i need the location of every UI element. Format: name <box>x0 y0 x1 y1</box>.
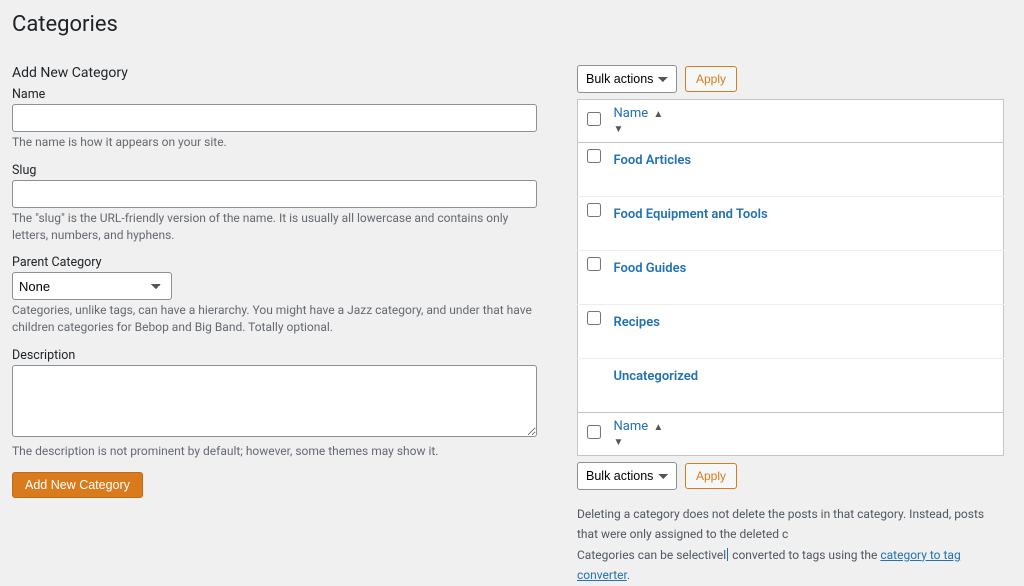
form-heading: Add New Category <box>12 65 537 81</box>
description-label: Description <box>12 348 537 363</box>
table-row: Food Guides <box>578 251 1004 305</box>
description-textarea[interactable] <box>12 365 537 437</box>
bulk-actions-select-top[interactable]: Bulk actions <box>577 65 677 93</box>
name-hint: The name is how it appears on your site. <box>12 134 537 151</box>
tablenav-top: Bulk actions Apply <box>577 65 1004 93</box>
table-row: Uncategorized <box>578 359 1004 413</box>
category-link[interactable]: Recipes <box>614 315 660 330</box>
name-input[interactable] <box>12 104 537 132</box>
bulk-actions-select-bottom[interactable]: Bulk actions <box>577 462 677 490</box>
row-checkbox[interactable] <box>587 257 601 271</box>
page-title: Categories <box>12 10 1004 37</box>
slug-label: Slug <box>12 163 537 178</box>
table-row: Recipes <box>578 305 1004 359</box>
column-name-header[interactable]: Name ▲▼ <box>606 100 1004 143</box>
row-checkbox[interactable] <box>587 311 601 325</box>
tablenav-bottom: Bulk actions Apply <box>577 462 1004 490</box>
parent-hint: Categories, unlike tags, can have a hier… <box>12 302 537 336</box>
category-link[interactable]: Food Equipment and Tools <box>614 207 768 222</box>
name-label: Name <box>12 87 537 102</box>
category-link[interactable]: Food Articles <box>614 153 692 168</box>
column-name-footer[interactable]: Name ▲▼ <box>606 413 1004 456</box>
table-row: Food Equipment and Tools <box>578 197 1004 251</box>
apply-button-top[interactable]: Apply <box>685 66 737 92</box>
select-all-bottom-checkbox[interactable] <box>587 425 601 439</box>
add-category-button[interactable]: Add New Category <box>12 472 143 498</box>
categories-table: Name ▲▼ Food Articles Food Equipment and… <box>577 99 1004 456</box>
column-name-label: Name <box>614 106 649 121</box>
note-line-2: Categories can be selectivel converted t… <box>577 545 1004 586</box>
table-row: Food Articles <box>578 143 1004 197</box>
parent-select[interactable]: None <box>12 272 172 300</box>
category-link[interactable]: Uncategorized <box>614 369 699 384</box>
parent-label: Parent Category <box>12 255 537 270</box>
slug-hint: The "slug" is the URL-friendly version o… <box>12 210 537 244</box>
slug-input[interactable] <box>12 180 537 208</box>
note-line-1: Deleting a category does not delete the … <box>577 504 1004 545</box>
delete-note: Deleting a category does not delete the … <box>577 504 1004 586</box>
select-all-top-checkbox[interactable] <box>587 112 601 126</box>
apply-button-bottom[interactable]: Apply <box>685 463 737 489</box>
column-name-label: Name <box>614 419 649 434</box>
add-category-form: Add New Category Name The name is how it… <box>12 65 537 586</box>
description-hint: The description is not prominent by defa… <box>12 443 537 460</box>
row-checkbox[interactable] <box>587 149 601 163</box>
category-link[interactable]: Food Guides <box>614 261 687 276</box>
row-checkbox[interactable] <box>587 203 601 217</box>
